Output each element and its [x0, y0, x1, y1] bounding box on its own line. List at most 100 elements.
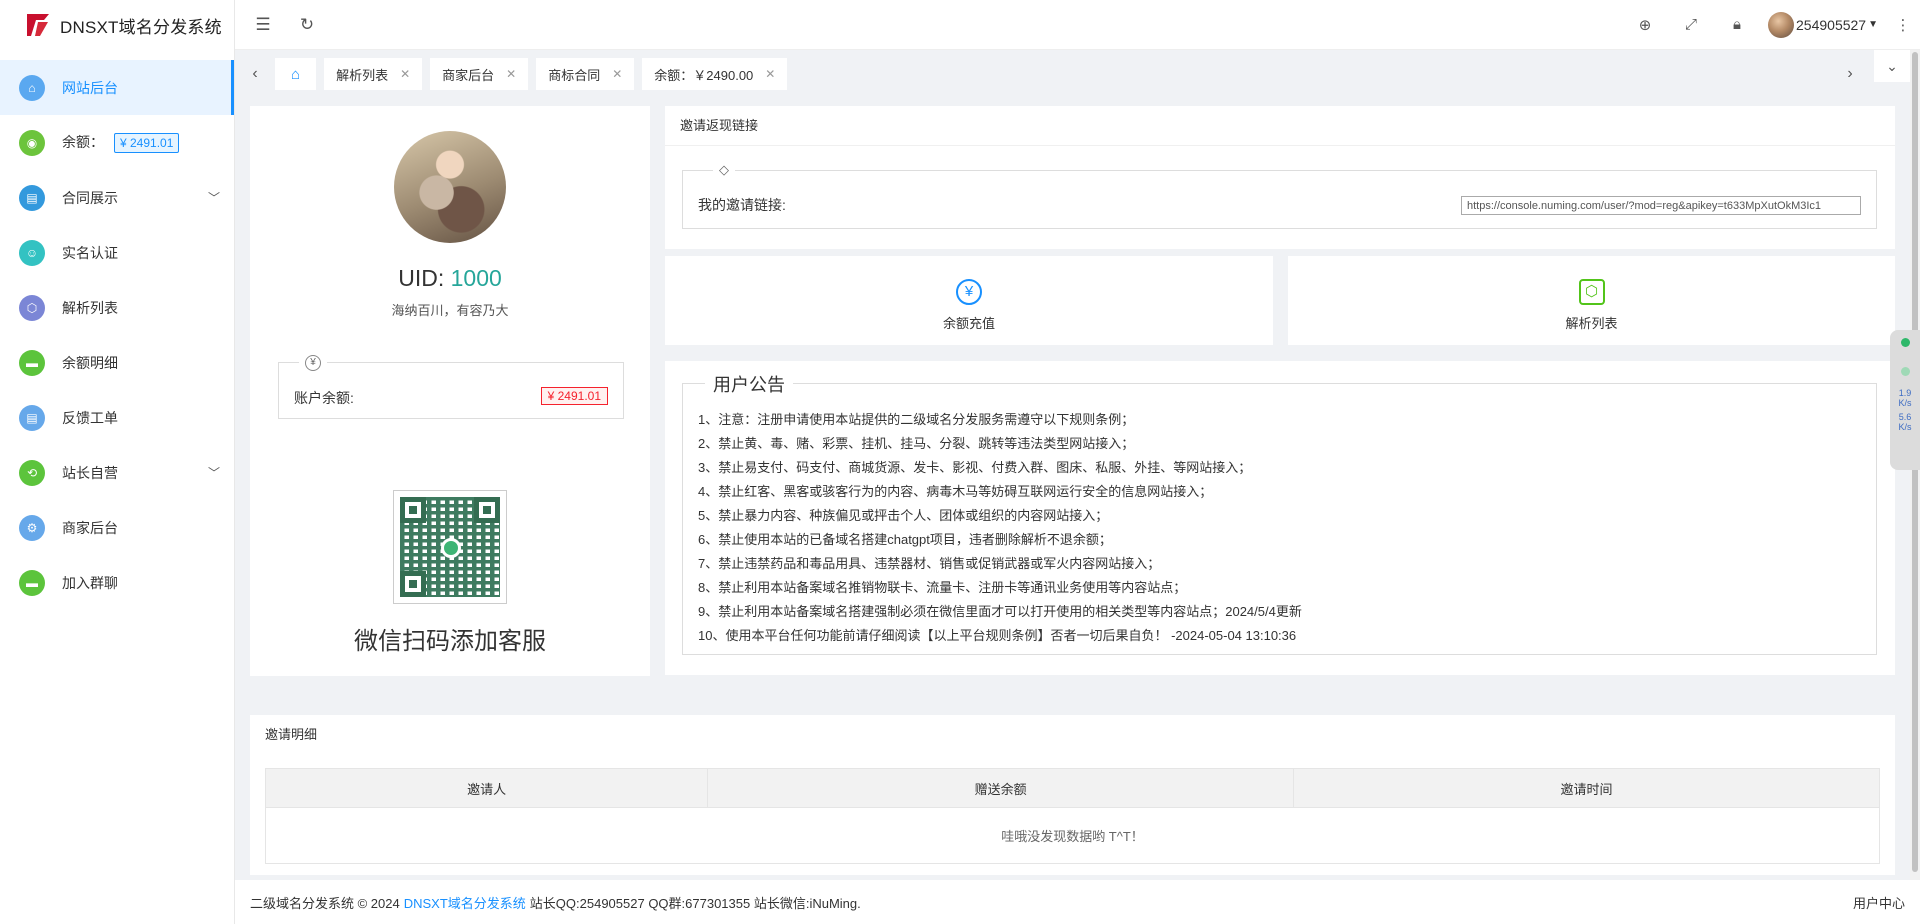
more-icon[interactable]: ⋮	[1886, 0, 1920, 50]
invite-detail-table: 邀请人 赠送余额 邀请时间 哇哦没发现数据哟 T^T！	[264, 768, 1880, 864]
sidebar-item-tickets[interactable]: ▤ 反馈工单	[0, 390, 234, 445]
close-icon[interactable]: ✕	[612, 67, 622, 81]
tab-trademark-contract[interactable]: 商标合同 ✕	[536, 58, 635, 90]
cube-icon: ⬡	[19, 294, 45, 321]
network-speed-widget[interactable]: 1.9 K/s 5.6 K/s	[1890, 330, 1920, 470]
sidebar-item-label: 合同展示	[62, 189, 118, 206]
avatar	[394, 131, 506, 243]
user-motto: 海纳百川，有容乃大	[391, 303, 509, 318]
close-icon[interactable]: ✕	[400, 67, 410, 81]
uid: UID: 1000	[398, 265, 502, 291]
list-item: 8、禁止利用本站备案域名推销物联卡、流量卡、注册卡等通讯业务使用等内容站点；	[698, 580, 1187, 595]
list-item: 2、禁止黄、毒、赌、彩票、挂机、挂马、分裂、跳转等违法类型网站接入；	[698, 436, 1135, 451]
globe-icon[interactable]: ⊕	[1622, 0, 1668, 50]
sidebar-item-dashboard[interactable]: ⌂ 网站后台	[0, 60, 234, 115]
gear-icon: ⚙	[19, 514, 45, 541]
recharge-button[interactable]: ¥ 余额充值	[665, 256, 1273, 345]
footer-contact: 站长QQ:254905527 QQ群:677301355 站长微信:iNuMin…	[529, 895, 861, 911]
close-icon[interactable]: ✕	[506, 67, 516, 81]
logo-icon	[27, 14, 49, 36]
tab-label: 商标合同	[548, 67, 601, 83]
avatar	[1768, 11, 1795, 38]
tab-label: 商家后台	[442, 67, 495, 83]
download-unit: K/s	[1898, 422, 1912, 432]
invite-link-field[interactable]	[1461, 196, 1861, 215]
wechat-qr-code	[393, 490, 507, 604]
sidebar-item-label: 站长自营	[62, 464, 118, 481]
sidebar-item-join-group[interactable]: ▬ 加入群聊	[0, 555, 234, 610]
tab-home[interactable]: ⌂	[275, 58, 317, 90]
profile-card: UID: 1000 海纳百川，有容乃大 ¥ 账户余额: ¥ 2491.01 微信…	[250, 106, 650, 676]
table-row: 哇哦没发现数据哟 T^T！	[265, 807, 1880, 864]
list-item: 9、禁止利用本站备案域名搭建强制必须在微信里面才可以打开使用的相关类型等内容站点…	[698, 604, 1302, 619]
list-item: 3、禁止易支付、码支付、商城货源、发卡、影视、付费入群、图床、私服、外挂、等网站…	[698, 460, 1252, 475]
column-header[interactable]: 邀请人	[264, 768, 709, 808]
footer-user-center-link[interactable]: 用户中心	[1853, 893, 1905, 912]
home-icon: ⌂	[19, 74, 45, 101]
id-icon: ☺	[19, 239, 45, 266]
home-icon: ⌂	[291, 65, 301, 83]
footer-site-link[interactable]: DNSXT域名分发系统	[404, 893, 526, 912]
account-balance-box: ¥ 账户余额: ¥ 2491.01	[278, 355, 624, 419]
refresh-icon[interactable]: ↻	[285, 0, 329, 50]
close-icon[interactable]: ✕	[765, 67, 775, 81]
table-header-row: 邀请人 赠送余额 邀请时间	[264, 768, 1880, 808]
sidebar-item-dns-list[interactable]: ⬡ 解析列表	[0, 280, 234, 335]
balance-value: ¥ 2491.01	[540, 387, 608, 405]
lock-icon[interactable]: 🔒︎	[1714, 0, 1760, 50]
sidebar-item-label: 余额明细	[62, 354, 118, 371]
dns-list-button[interactable]: ⬡ 解析列表	[1288, 256, 1895, 345]
sidebar-item-balance[interactable]: ◉ 余额： ¥ 2491.01	[0, 115, 234, 170]
sidebar-item-verification[interactable]: ☺ 实名认证	[0, 225, 234, 280]
sidebar-item-label: 网站后台	[62, 79, 118, 96]
sidebar-item-self-operated[interactable]: ⟲ 站长自营 ﹀	[0, 445, 234, 500]
sidebar-item-contracts[interactable]: ▤ 合同展示 ﹀	[0, 170, 234, 225]
contract-icon: ▤	[19, 184, 45, 211]
chevron-down-icon: ﹀	[207, 191, 220, 205]
column-header[interactable]: 赠送余额	[707, 768, 1295, 808]
upload-speed: 1.9	[1898, 388, 1912, 398]
sidebar-item-label: 商家后台	[62, 519, 118, 536]
tab-scroll-right-icon[interactable]: ›	[1830, 50, 1870, 98]
tab-balance[interactable]: 余额：￥2490.00 ✕	[642, 58, 788, 90]
store-icon: ⟲	[19, 459, 45, 486]
invite-header: 邀请返现链接	[665, 106, 1895, 146]
sidebar-item-merchant[interactable]: ⚙ 商家后台	[0, 500, 234, 555]
download-speed: 5.6	[1898, 412, 1912, 422]
list-item: 5、禁止暴力内容、种族偏见或抨击个人、团体或组织的内容网站接入；	[698, 508, 1109, 523]
menu-fold-icon[interactable]: ☰	[241, 0, 285, 50]
yen-icon: ¥	[305, 355, 321, 371]
sidebar-item-label: 加入群聊	[62, 574, 118, 591]
list-item: 4、禁止红客、黑客或骇客行为的内容、病毒木马等妨碍互联网运行安全的信息网站接入；	[698, 484, 1213, 499]
balance-label: 账户余额:	[294, 390, 354, 406]
sidebar-menu: ⌂ 网站后台 ◉ 余额： ¥ 2491.01 ▤ 合同展示 ﹀ ☺ 实名认证 ⬡ …	[0, 60, 234, 610]
ticket-icon: ▤	[19, 404, 45, 431]
list-item: 10、使用本平台任何功能前请仔细阅读【以上平台规则条例】否者一切后果自负！ -2…	[698, 628, 1297, 643]
tab-bar: ‹ ⌂ 解析列表 ✕ 商家后台 ✕ 商标合同 ✕ 余额：￥2490.00 ✕ › ⌄	[235, 50, 1920, 98]
sidebar: DNSXT域名分发系统 ⌂ 网站后台 ◉ 余额： ¥ 2491.01 ▤ 合同展示…	[0, 0, 235, 924]
app-logo[interactable]: DNSXT域名分发系统	[0, 0, 234, 50]
list-item: 1、注意：注册申请使用本站提供的二级域名分发服务需遵守以下规则条例；	[698, 412, 1135, 427]
footer-copyright: 二级域名分发系统 © 2024	[250, 895, 400, 911]
list-item: 6、禁止使用本站的已备域名搭建chatgpt项目，违者删除解析不退余额；	[698, 532, 1112, 547]
uid-value: 1000	[450, 265, 502, 291]
app-title: DNSXT域名分发系统	[60, 17, 222, 37]
tab-merchant[interactable]: 商家后台 ✕	[430, 58, 529, 90]
user-menu[interactable]: 254905527 ▼	[1760, 11, 1886, 38]
chevron-down-icon: ﹀	[207, 466, 220, 480]
recharge-label: 余额充值	[942, 316, 995, 331]
footer: 二级域名分发系统 © 2024 DNSXT域名分发系统 站长QQ:2549055…	[235, 880, 1920, 924]
announcement-list: 1、注意：注册申请使用本站提供的二级域名分发服务需遵守以下规则条例； 2、禁止黄…	[698, 408, 1866, 648]
column-header[interactable]: 邀请时间	[1293, 768, 1880, 808]
tab-dns-list[interactable]: 解析列表 ✕	[324, 58, 423, 90]
tab-label: 余额：￥2490.00	[654, 67, 754, 83]
empty-state: 哇哦没发现数据哟 T^T！	[265, 807, 1880, 864]
tab-label: 解析列表	[336, 67, 389, 83]
fullscreen-icon[interactable]: ⤢	[1668, 0, 1714, 50]
yen-icon: ¥	[956, 279, 982, 305]
tab-scroll-left-icon[interactable]: ‹	[235, 50, 275, 98]
caret-down-icon: ▼	[1868, 19, 1878, 30]
sidebar-item-balance-detail[interactable]: ▬ 余额明细	[0, 335, 234, 390]
tab-options-icon[interactable]: ⌄	[1874, 50, 1910, 82]
invite-detail-card: 邀请明细 邀请人 赠送余额 邀请时间 哇哦没发现数据哟 T^T！	[250, 715, 1895, 875]
